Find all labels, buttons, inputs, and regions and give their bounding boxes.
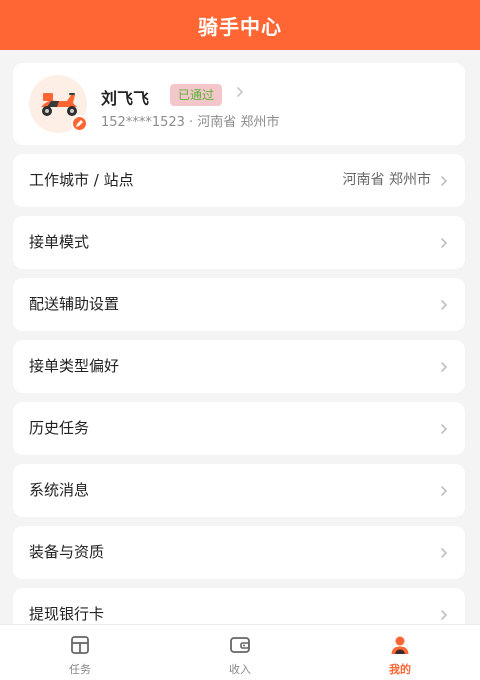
wallet-icon [230, 637, 250, 653]
avatar [29, 75, 88, 133]
tab-label: 我的 [389, 663, 411, 676]
rider-center-page: 骑手中心 刘飞飞 已通过 152****1523 · 河南省 郑州市 工作城市 … [0, 0, 480, 680]
menu-item-label: 历史任务 [29, 419, 90, 437]
pencil-icon [76, 120, 83, 127]
scooter-icon [41, 93, 77, 116]
status-badge: 已通过 [170, 84, 223, 106]
tab-label: 任务 [69, 663, 91, 676]
edit-badge[interactable] [71, 115, 88, 132]
menu-item-label: 工作城市 / 站点 [29, 171, 134, 189]
tab-label: 收入 [229, 663, 251, 676]
chevron-right-icon [441, 300, 448, 310]
menu-item-label: 系统消息 [29, 481, 90, 499]
tab-mine[interactable]: 我的 [320, 625, 480, 680]
bottom-tab-bar: 任务 收入 我的 [0, 624, 480, 680]
menu-item-work-city[interactable]: 工作城市 / 站点 河南省 郑州市 [13, 154, 465, 207]
menu-item-delivery-assist[interactable]: 配送辅助设置 [13, 278, 465, 331]
rider-name: 刘飞飞 [101, 89, 150, 108]
page-title: 骑手中心 [198, 14, 282, 39]
chevron-right-icon [441, 424, 448, 434]
menu-item-equipment-qualification[interactable]: 装备与资质 [13, 526, 465, 579]
menu-item-label: 提现银行卡 [29, 605, 105, 623]
menu-item-task-history[interactable]: 历史任务 [13, 402, 465, 455]
menu-item-order-mode[interactable]: 接单模式 [13, 216, 465, 269]
app-header: 骑手中心 [0, 0, 480, 50]
menu-item-label: 接单模式 [29, 233, 90, 251]
tab-tasks[interactable]: 任务 [0, 625, 160, 680]
chevron-right-icon [441, 486, 448, 496]
menu-item-label: 配送辅助设置 [29, 295, 120, 313]
menu-item-label: 装备与资质 [29, 543, 105, 561]
menu-item-label: 接单类型偏好 [29, 357, 120, 375]
chevron-right-icon [441, 548, 448, 558]
chevron-right-icon [441, 238, 448, 248]
tab-income[interactable]: 收入 [160, 625, 320, 680]
chevron-right-icon[interactable] [236, 86, 244, 98]
chevron-right-icon [441, 176, 448, 186]
chevron-right-icon [441, 610, 448, 620]
phone-location: 152****1523 · 河南省 郑州市 [101, 115, 280, 130]
profile-card[interactable]: 刘飞飞 已通过 152****1523 · 河南省 郑州市 [13, 63, 465, 145]
scroll-content[interactable]: 刘飞飞 已通过 152****1523 · 河南省 郑州市 工作城市 / 站点 … [0, 50, 480, 624]
menu-item-system-messages[interactable]: 系统消息 [13, 464, 465, 517]
task-icon [71, 636, 89, 654]
chevron-right-icon [441, 362, 448, 372]
user-icon [391, 636, 409, 654]
menu-item-bank-card[interactable]: 提现银行卡 [13, 588, 465, 624]
menu-item-order-type-preference[interactable]: 接单类型偏好 [13, 340, 465, 393]
menu-item-value: 河南省 郑州市 [342, 172, 431, 188]
